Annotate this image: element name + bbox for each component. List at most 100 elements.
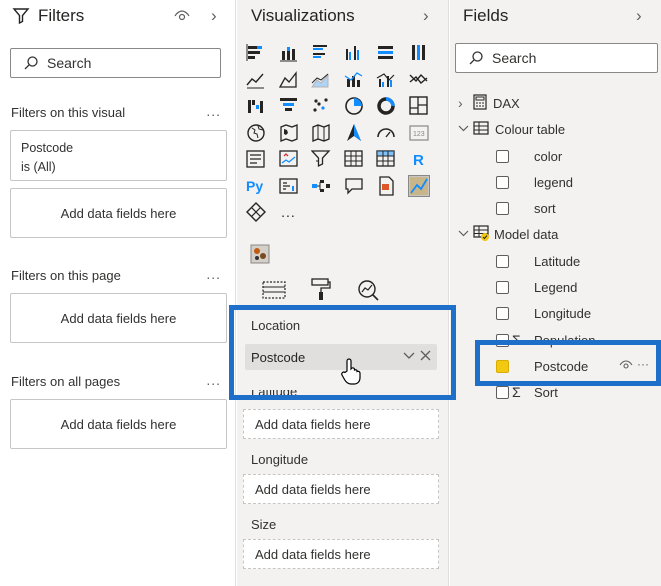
page-add-fields-well[interactable]: Add data fields here [10, 293, 227, 343]
chevron-down-icon [458, 122, 470, 137]
field-name: color [534, 148, 563, 164]
table-colour-table[interactable]: Colour table [458, 116, 565, 142]
filled-map-icon[interactable] [279, 123, 299, 143]
filters-all-pages-section-label: Filters on all pages [11, 374, 121, 389]
sigma-icon: Σ [512, 384, 521, 400]
stacked-column-icon[interactable] [279, 43, 299, 63]
treemap-icon[interactable] [408, 96, 429, 116]
postcode-filter-card[interactable]: Postcode is (All) [10, 130, 227, 181]
add-fields-label: Add data fields here [60, 205, 177, 221]
funnel-icon[interactable] [279, 96, 299, 116]
clustered-column-icon[interactable] [344, 43, 364, 63]
pill-remove-icon[interactable] [420, 349, 431, 364]
key-influencers-icon[interactable] [278, 176, 299, 196]
field-checkbox[interactable] [496, 306, 509, 320]
arcgis-icon[interactable] [407, 174, 430, 197]
analytics-magnifier-icon[interactable] [356, 278, 380, 307]
location-well-label: Location [251, 318, 301, 333]
clustered-bar-icon[interactable] [311, 43, 331, 63]
field-more-options-icon[interactable]: ··· [637, 357, 649, 371]
fields-pane: Fields › Search › DAX Colour table color… [450, 0, 661, 586]
add-fields-label: Add data fields here [255, 546, 371, 562]
field-checkbox[interactable] [496, 333, 509, 347]
card-icon[interactable]: 123 [408, 123, 429, 143]
line-chart-icon[interactable] [246, 70, 266, 90]
field-checkbox[interactable] [496, 385, 509, 399]
chevron-down-icon [458, 227, 470, 242]
map-icon[interactable] [246, 123, 266, 143]
ribbon-chart-icon[interactable] [409, 70, 429, 90]
field-sort-model[interactable]: Σ Sort [496, 379, 558, 405]
field-checkbox[interactable] [496, 254, 509, 268]
100-bar-icon[interactable] [376, 43, 396, 63]
shape-map-icon[interactable] [311, 123, 331, 143]
line-column-icon[interactable] [344, 70, 364, 90]
multirow-card-icon[interactable] [246, 149, 266, 169]
format-roller-icon[interactable] [310, 277, 332, 306]
table-icon[interactable] [343, 149, 364, 169]
table-name: Colour table [495, 121, 566, 137]
visual-section-more-icon[interactable]: ... [206, 103, 221, 119]
field-legend-model[interactable]: Legend [496, 274, 577, 300]
scatter-icon[interactable] [311, 96, 331, 116]
table-in-use-icon [473, 224, 491, 244]
filters-pane: Filters › Search Filters on this visual … [0, 0, 236, 586]
field-postcode[interactable]: Postcode ··· [496, 353, 656, 379]
power-apps-icon[interactable] [246, 202, 266, 222]
field-color[interactable]: color [496, 143, 562, 169]
eye-hidden-icon[interactable] [619, 359, 633, 374]
fields-search-input[interactable]: Search [455, 43, 658, 73]
all-pages-add-fields-well[interactable]: Add data fields here [10, 399, 227, 449]
table-dax[interactable]: › DAX [458, 90, 520, 116]
kpi-icon[interactable] [278, 149, 299, 169]
gauge-icon[interactable] [376, 123, 396, 143]
field-longitude[interactable]: Longitude [496, 300, 591, 326]
format-paint-visual-icon[interactable] [249, 243, 271, 265]
visual-add-fields-well[interactable]: Add data fields here [10, 188, 227, 238]
waterfall-icon[interactable] [246, 96, 266, 116]
stacked-bar-icon[interactable] [246, 43, 266, 63]
table-model-data[interactable]: Model data [458, 221, 558, 247]
field-name: Sort [534, 384, 558, 400]
matrix-icon[interactable] [376, 149, 396, 169]
longitude-add-fields-well[interactable]: Add data fields here [243, 474, 439, 504]
latitude-add-fields-well[interactable]: Add data fields here [243, 409, 439, 439]
hand-cursor-icon [340, 357, 362, 390]
field-population[interactable]: Σ Population [496, 327, 595, 353]
field-checkbox[interactable] [496, 175, 509, 189]
slicer-icon[interactable] [311, 149, 331, 169]
100-column-icon[interactable] [409, 43, 429, 63]
stacked-area-icon[interactable] [311, 70, 331, 90]
view-filter-icon[interactable] [174, 9, 190, 27]
qa-icon[interactable] [344, 176, 364, 196]
python-icon[interactable]: Py [246, 176, 266, 196]
line-clustered-icon[interactable] [376, 70, 396, 90]
field-latitude[interactable]: Latitude [496, 248, 580, 274]
size-add-fields-well[interactable]: Add data fields here [243, 539, 439, 569]
collapse-visualizations-icon[interactable]: › [423, 6, 429, 26]
fields-tab-icon[interactable] [262, 279, 286, 306]
field-checkbox[interactable] [496, 201, 509, 215]
azure-map-icon[interactable] [344, 123, 364, 143]
field-checkbox-checked[interactable] [496, 359, 509, 373]
r-visual-icon[interactable]: R [409, 149, 429, 169]
field-sort[interactable]: sort [496, 195, 556, 221]
filters-search-input[interactable]: Search [10, 48, 221, 78]
decomposition-tree-icon[interactable] [311, 176, 331, 196]
donut-icon[interactable] [376, 96, 396, 116]
svg-text:R: R [413, 152, 424, 169]
paginated-report-icon[interactable] [376, 175, 396, 196]
collapse-fields-icon[interactable]: › [636, 6, 642, 26]
pie-icon[interactable] [344, 96, 364, 116]
add-fields-label: Add data fields here [60, 310, 177, 326]
area-chart-icon[interactable] [278, 70, 299, 90]
collapse-filters-icon[interactable]: › [211, 6, 217, 26]
field-legend[interactable]: legend [496, 169, 573, 195]
field-checkbox[interactable] [496, 149, 509, 163]
field-checkbox[interactable] [496, 280, 509, 294]
filters-visual-section-label: Filters on this visual [11, 105, 126, 120]
pill-expand-chevron-icon[interactable] [403, 348, 415, 365]
more-visuals-icon[interactable]: ... [279, 202, 299, 222]
all-pages-section-more-icon[interactable]: ... [206, 372, 221, 388]
page-section-more-icon[interactable]: ... [206, 266, 221, 282]
